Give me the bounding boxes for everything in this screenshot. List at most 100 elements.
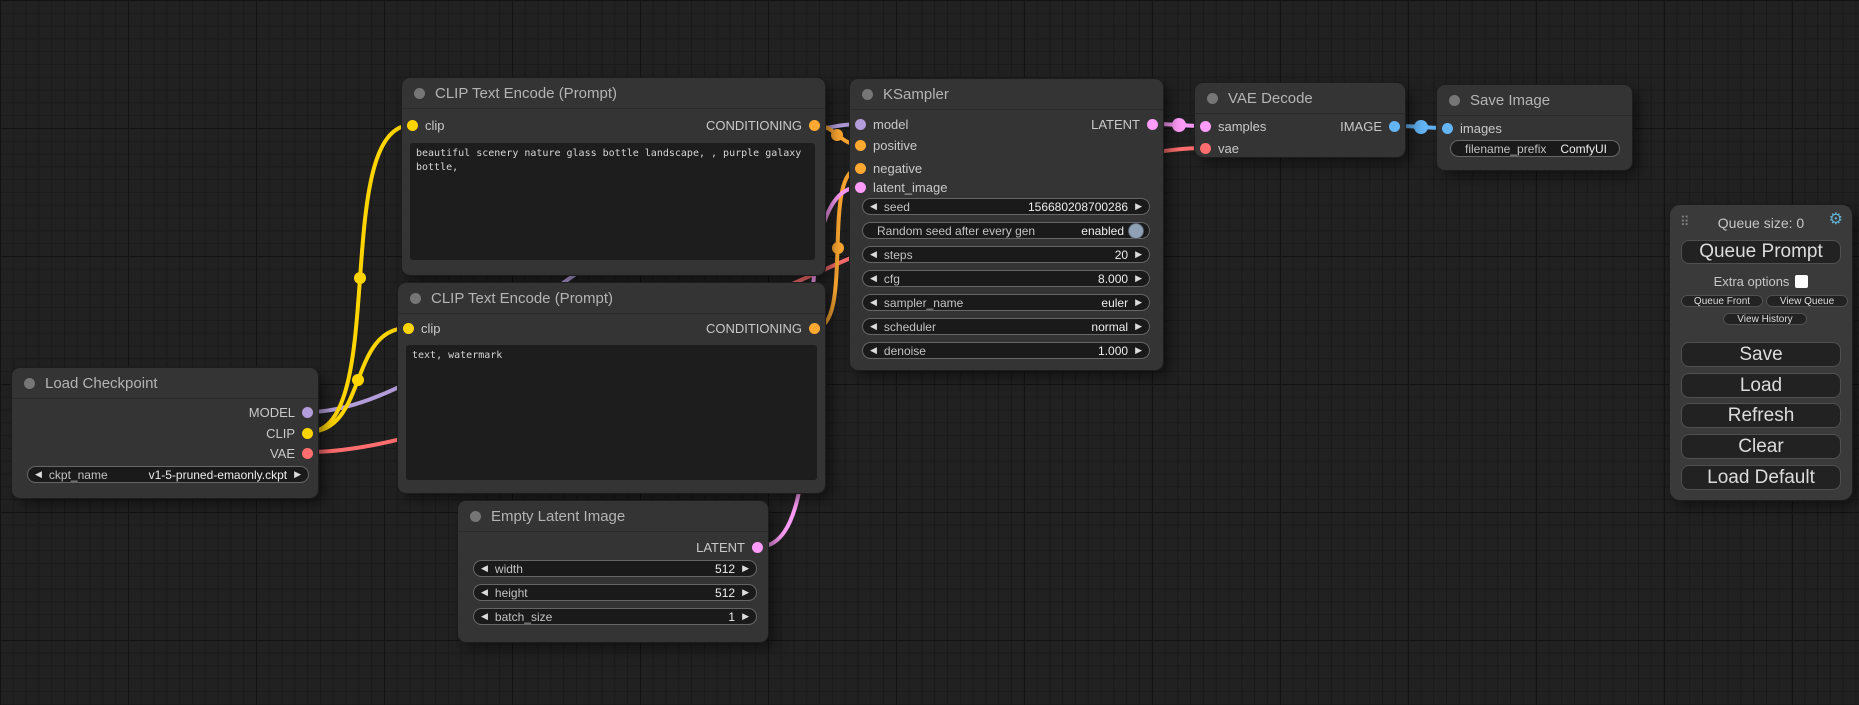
- decrement-arrow-icon[interactable]: ◀: [870, 250, 877, 259]
- collapse-dot-icon[interactable]: [414, 88, 425, 99]
- seed-widget[interactable]: ◀ seed 156680208700286 ▶: [862, 198, 1150, 215]
- denoise-widget[interactable]: ◀ denoise 1.000 ▶: [862, 342, 1150, 359]
- batch-size-widget[interactable]: ◀ batch_size 1 ▶: [473, 608, 757, 625]
- latent-port-icon[interactable]: [855, 182, 866, 193]
- node-title: Load Checkpoint: [45, 375, 158, 392]
- clear-button[interactable]: Clear: [1681, 434, 1841, 459]
- increment-arrow-icon[interactable]: ▶: [1135, 346, 1142, 355]
- increment-arrow-icon[interactable]: ▶: [1135, 322, 1142, 331]
- negative-prompt-textarea[interactable]: text, watermark: [406, 345, 817, 480]
- image-port-icon[interactable]: [1442, 123, 1453, 134]
- decrement-arrow-icon[interactable]: ◀: [870, 202, 877, 211]
- scheduler-widget[interactable]: ◀ scheduler normal ▶: [862, 318, 1150, 335]
- increment-arrow-icon[interactable]: ▶: [1135, 298, 1142, 307]
- drag-handle-icon[interactable]: ⠿: [1680, 215, 1690, 228]
- conditioning-port-icon[interactable]: [809, 120, 820, 131]
- output-clip: CLIP: [266, 426, 313, 440]
- width-widget[interactable]: ◀ width 512 ▶: [473, 560, 757, 577]
- save-button[interactable]: Save: [1681, 342, 1841, 367]
- decrement-arrow-icon[interactable]: ◀: [870, 274, 877, 283]
- increment-arrow-icon[interactable]: ▶: [742, 612, 749, 621]
- widget-value: 1.000: [1098, 344, 1128, 358]
- node-title-bar[interactable]: CLIP Text Encode (Prompt): [402, 78, 825, 109]
- random-seed-widget[interactable]: Random seed after every gen enabled: [862, 222, 1150, 239]
- queue-prompt-button[interactable]: Queue Prompt: [1681, 240, 1841, 264]
- queue-panel: ⠿ Queue size: 0 ⚙ Queue Prompt Extra opt…: [1670, 205, 1852, 500]
- increment-arrow-icon[interactable]: ▶: [1135, 274, 1142, 283]
- node-clip-text-encode-positive[interactable]: CLIP Text Encode (Prompt) clip CONDITION…: [402, 78, 825, 275]
- latent-port-icon[interactable]: [1200, 121, 1211, 132]
- increment-arrow-icon[interactable]: ▶: [742, 564, 749, 573]
- latent-port-icon[interactable]: [752, 542, 763, 553]
- increment-arrow-icon[interactable]: ▶: [742, 588, 749, 597]
- model-port-icon[interactable]: [855, 119, 866, 130]
- node-title-bar[interactable]: Empty Latent Image: [458, 501, 768, 532]
- node-title-bar[interactable]: Load Checkpoint: [12, 368, 318, 399]
- extra-options-label: Extra options: [1714, 274, 1790, 289]
- widget-value: 20: [1115, 248, 1128, 262]
- filename-prefix-widget[interactable]: filename_prefix ComfyUI: [1450, 140, 1620, 157]
- image-port-icon[interactable]: [1389, 121, 1400, 132]
- settings-gear-icon[interactable]: ⚙: [1829, 212, 1843, 228]
- extra-options-checkbox[interactable]: [1795, 275, 1808, 288]
- collapse-dot-icon[interactable]: [24, 378, 35, 389]
- output-latent: LATENT: [696, 540, 763, 554]
- conditioning-port-icon[interactable]: [855, 140, 866, 151]
- increment-arrow-icon[interactable]: ▶: [294, 470, 301, 479]
- conditioning-port-icon[interactable]: [809, 323, 820, 334]
- increment-arrow-icon[interactable]: ▶: [1135, 250, 1142, 259]
- view-queue-button[interactable]: View Queue: [1766, 295, 1848, 307]
- decrement-arrow-icon[interactable]: ◀: [870, 322, 877, 331]
- node-title-bar[interactable]: Save Image: [1437, 85, 1632, 116]
- vae-port-icon[interactable]: [302, 448, 313, 459]
- widget-value: 512: [715, 562, 735, 576]
- decrement-arrow-icon[interactable]: ◀: [481, 564, 488, 573]
- clip-port-icon[interactable]: [407, 120, 418, 131]
- decrement-arrow-icon[interactable]: ◀: [870, 346, 877, 355]
- model-port-icon[interactable]: [302, 407, 313, 418]
- ckpt-name-widget[interactable]: ◀ ckpt_name v1-5-pruned-emaonly.ckpt ▶: [27, 466, 309, 483]
- collapse-dot-icon[interactable]: [862, 89, 873, 100]
- random-seed-toggle-icon[interactable]: [1128, 223, 1144, 239]
- latent-port-icon[interactable]: [1147, 119, 1158, 130]
- output-latent: LATENT: [1091, 117, 1158, 131]
- collapse-dot-icon[interactable]: [1207, 93, 1218, 104]
- load-default-button[interactable]: Load Default: [1681, 465, 1841, 490]
- node-save-image[interactable]: Save Image images filename_prefix ComfyU…: [1437, 85, 1632, 170]
- collapse-dot-icon[interactable]: [1449, 95, 1460, 106]
- widget-value: 156680208700286: [1028, 200, 1128, 214]
- increment-arrow-icon[interactable]: ▶: [1135, 202, 1142, 211]
- collapse-dot-icon[interactable]: [470, 511, 481, 522]
- positive-prompt-textarea[interactable]: beautiful scenery nature glass bottle la…: [410, 143, 815, 260]
- wire-dot-cond-negative: [832, 242, 844, 254]
- queue-front-button[interactable]: Queue Front: [1681, 295, 1763, 307]
- node-title-bar[interactable]: KSampler: [850, 79, 1163, 110]
- steps-widget[interactable]: ◀ steps 20 ▶: [862, 246, 1150, 263]
- node-vae-decode[interactable]: VAE Decode samples IMAGE vae: [1195, 83, 1405, 157]
- sampler-name-widget[interactable]: ◀ sampler_name euler ▶: [862, 294, 1150, 311]
- node-empty-latent-image[interactable]: Empty Latent Image LATENT ◀ width 512 ▶ …: [458, 501, 768, 642]
- decrement-arrow-icon[interactable]: ◀: [481, 588, 488, 597]
- conditioning-port-icon[interactable]: [855, 163, 866, 174]
- decrement-arrow-icon[interactable]: ◀: [35, 470, 42, 479]
- view-history-button[interactable]: View History: [1723, 313, 1807, 325]
- node-graph-canvas[interactable]: Load Checkpoint MODEL CLIP VAE ◀ ckpt_na…: [0, 0, 1859, 705]
- decrement-arrow-icon[interactable]: ◀: [870, 298, 877, 307]
- node-clip-text-encode-negative[interactable]: CLIP Text Encode (Prompt) clip CONDITION…: [398, 283, 825, 493]
- wire-dot-cond-positive: [831, 129, 843, 141]
- io-row: clip CONDITIONING: [407, 118, 820, 132]
- cfg-widget[interactable]: ◀ cfg 8.000 ▶: [862, 270, 1150, 287]
- clip-port-icon[interactable]: [403, 323, 414, 334]
- node-title-bar[interactable]: CLIP Text Encode (Prompt): [398, 283, 825, 314]
- node-ksampler[interactable]: KSampler model LATENT positive negative …: [850, 79, 1163, 370]
- decrement-arrow-icon[interactable]: ◀: [481, 612, 488, 621]
- height-widget[interactable]: ◀ height 512 ▶: [473, 584, 757, 601]
- clip-port-icon[interactable]: [302, 428, 313, 439]
- node-title-bar[interactable]: VAE Decode: [1195, 83, 1405, 114]
- vae-port-icon[interactable]: [1200, 143, 1211, 154]
- collapse-dot-icon[interactable]: [410, 293, 421, 304]
- node-load-checkpoint[interactable]: Load Checkpoint MODEL CLIP VAE ◀ ckpt_na…: [12, 368, 318, 498]
- load-button[interactable]: Load: [1681, 373, 1841, 398]
- refresh-button[interactable]: Refresh: [1681, 403, 1841, 428]
- input-label: clip: [425, 118, 445, 133]
